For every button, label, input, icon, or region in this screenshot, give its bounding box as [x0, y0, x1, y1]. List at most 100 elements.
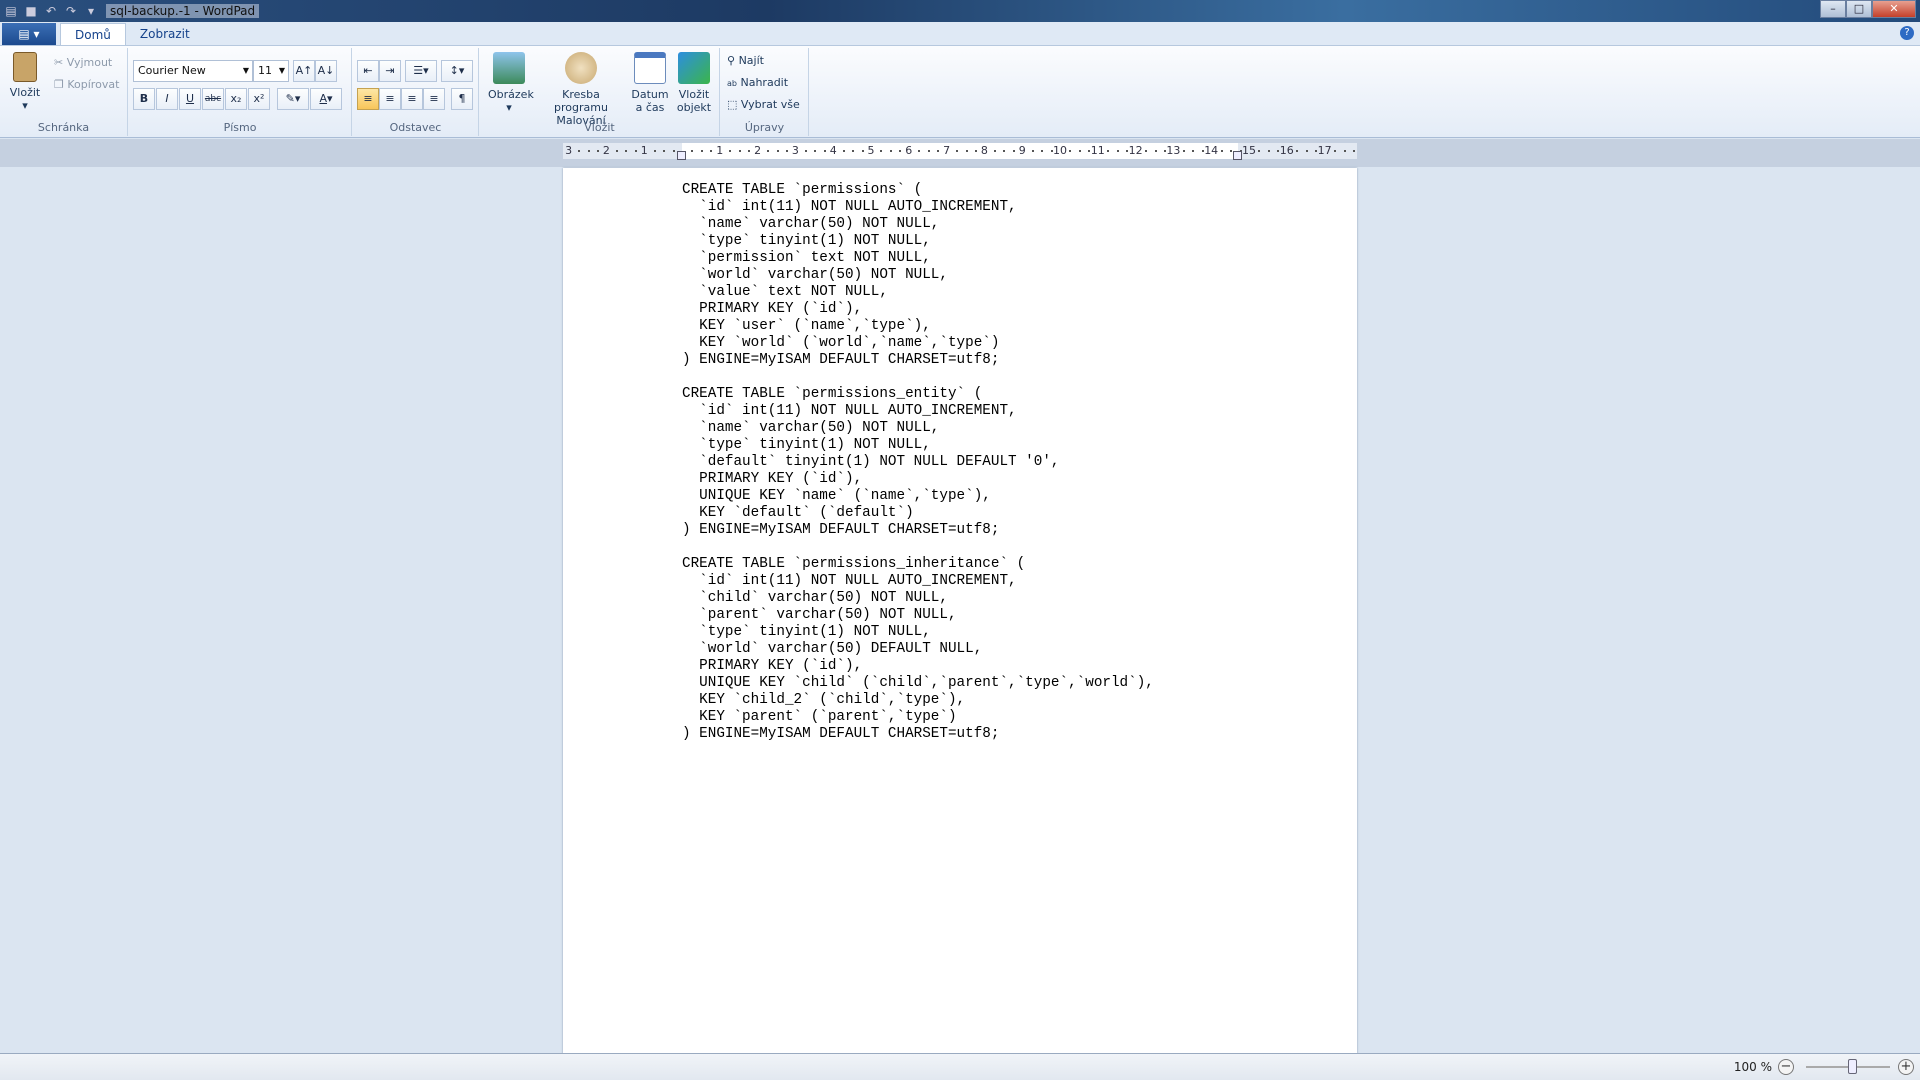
ruler-tick	[852, 150, 855, 152]
ruler-number: 1	[716, 144, 724, 157]
group-label: Schránka	[37, 121, 90, 134]
ruler-tick	[1220, 150, 1223, 152]
find-button[interactable]: ⚲ Najít	[727, 54, 764, 67]
ruler-number: 9	[1018, 144, 1026, 157]
ruler-number: 5	[867, 144, 875, 157]
help-icon[interactable]: ?	[1900, 26, 1914, 40]
ruler-tick	[1116, 150, 1119, 152]
redo-icon[interactable]: ↷	[64, 4, 78, 18]
ruler-tick	[596, 150, 599, 152]
document-line: `permission` text NOT NULL,	[682, 250, 931, 266]
document-line: `name` varchar(50) NOT NULL,	[682, 420, 940, 436]
replace-button[interactable]: ab Nahradit	[727, 76, 788, 89]
strikethrough-button[interactable]: abc	[202, 88, 224, 110]
grow-font-button[interactable]: A↑	[293, 60, 315, 82]
decrease-indent-button[interactable]: ⇤	[357, 60, 379, 82]
undo-icon[interactable]: ↶	[44, 4, 58, 18]
align-center-button[interactable]: ≡	[379, 88, 401, 110]
subscript-button[interactable]: x₂	[225, 88, 247, 110]
close-button[interactable]: ✕	[1872, 0, 1916, 18]
ruler-tick	[1334, 150, 1337, 152]
zoom-slider[interactable]	[1806, 1059, 1890, 1074]
underline-button[interactable]: U	[179, 88, 201, 110]
picture-button[interactable]: Obrázek ▾	[488, 52, 534, 114]
ruler-tick	[1230, 150, 1233, 152]
select-all-icon: ⬚	[727, 98, 738, 111]
shrink-font-button[interactable]: A↓	[315, 60, 337, 82]
maximize-button[interactable]: □	[1846, 0, 1872, 18]
ruler-tick	[663, 150, 666, 152]
ruler-number: 14	[1204, 144, 1219, 157]
application-menu-button[interactable]: ▤ ▾	[2, 23, 56, 45]
document-line: ) ENGINE=MyISAM DEFAULT CHARSET=utf8;	[682, 726, 1000, 742]
ruler-tick	[1352, 150, 1355, 152]
zoom-level: 100 %	[1733, 1060, 1772, 1074]
paragraph-button[interactable]: ¶	[451, 88, 473, 110]
ruler-tick	[956, 150, 959, 152]
ruler-number: 2	[602, 144, 610, 157]
group-label: Vložit	[584, 121, 615, 134]
paste-button[interactable]: Vložit ▾	[6, 52, 44, 112]
zoom-slider-thumb[interactable]	[1848, 1059, 1857, 1074]
line-spacing-button[interactable]: ↕▾	[441, 60, 473, 82]
date-time-button[interactable]: Datum a čas	[630, 52, 670, 114]
ruler-number: 4	[829, 144, 837, 157]
superscript-button[interactable]: x²	[248, 88, 270, 110]
justify-button[interactable]: ≡	[423, 88, 445, 110]
document-line: CREATE TABLE `permissions_inheritance` (	[682, 556, 1026, 572]
ruler-tick	[776, 150, 779, 152]
group-label: Odstavec	[389, 121, 442, 134]
customize-quick-access-icon[interactable]: ▾	[84, 4, 98, 18]
picture-icon	[493, 52, 525, 84]
title-bar: ▤ ■ ↶ ↷ ▾ sql-backup.-1 - WordPad – □ ✕	[0, 0, 1920, 22]
ruler-tick	[710, 150, 713, 152]
ruler-tick	[974, 150, 977, 152]
align-right-button[interactable]: ≡	[401, 88, 423, 110]
ruler-tick	[1192, 150, 1195, 152]
ruler-tick	[1012, 150, 1015, 152]
left-indent-marker[interactable]	[677, 151, 686, 160]
highlight-color-button[interactable]: ✎▾	[277, 88, 309, 110]
cut-button[interactable]: ✂ Vyjmout	[54, 56, 112, 69]
font-family-select[interactable]: Courier New ▼	[133, 60, 253, 82]
font-size-select[interactable]: 11 ▼	[253, 60, 289, 82]
ruler-tick	[937, 150, 940, 152]
tab-home[interactable]: Domů	[60, 23, 126, 45]
calendar-icon	[634, 52, 666, 84]
ruler-tick	[625, 150, 628, 152]
ruler[interactable]: 3 2 1 1 2 3 4 5 6 7 8 9 10 11 12 13 14 15 16 17	[563, 143, 1357, 160]
ruler-number: 8	[980, 144, 988, 157]
ruler-tick	[1069, 150, 1072, 152]
save-icon[interactable]: ■	[24, 4, 38, 18]
ribbon-tabs: ▤ ▾ Domů Zobrazit ?	[0, 22, 1920, 46]
ruler-tick	[653, 150, 656, 152]
bullets-button[interactable]: ☰▾	[405, 60, 437, 82]
document-line: `world` varchar(50) NOT NULL,	[682, 267, 948, 283]
paint-drawing-button[interactable]: Kresba programu Malování	[536, 52, 626, 127]
increase-indent-button[interactable]: ⇥	[379, 60, 401, 82]
zoom-out-button[interactable]: −	[1778, 1059, 1794, 1075]
minimize-button[interactable]: –	[1820, 0, 1846, 18]
copy-button[interactable]: ❐ Kopírovat	[54, 78, 119, 91]
bold-button[interactable]: B	[133, 88, 155, 110]
tab-view[interactable]: Zobrazit	[126, 23, 204, 45]
ruler-tick	[738, 150, 741, 152]
replace-icon: ab	[727, 79, 737, 88]
zoom-in-button[interactable]: +	[1898, 1059, 1914, 1075]
ruler-tick	[672, 150, 675, 152]
document-text[interactable]: CREATE TABLE `permissions` ( `id` int(11…	[682, 182, 1154, 743]
italic-button[interactable]: I	[156, 88, 178, 110]
font-color-button[interactable]: A▾	[310, 88, 342, 110]
align-left-button[interactable]: ≡	[357, 88, 379, 110]
document-page[interactable]: CREATE TABLE `permissions` ( `id` int(11…	[563, 168, 1357, 1054]
select-all-button[interactable]: ⬚ Vybrat vše	[727, 98, 800, 111]
document-line: `id` int(11) NOT NULL AUTO_INCREMENT,	[682, 403, 1017, 419]
right-indent-marker[interactable]	[1233, 151, 1242, 160]
ruler-tick	[691, 150, 694, 152]
insert-object-button[interactable]: Vložit objekt	[674, 52, 714, 114]
document-line: `child` varchar(50) NOT NULL,	[682, 590, 948, 606]
document-line: PRIMARY KEY (`id`),	[682, 471, 863, 487]
group-editing: ⚲ Najít ab Nahradit ⬚ Vybrat vše Úpravy	[721, 48, 809, 136]
wordpad-app-icon[interactable]: ▤	[4, 4, 18, 18]
scissors-icon: ✂	[54, 56, 64, 69]
